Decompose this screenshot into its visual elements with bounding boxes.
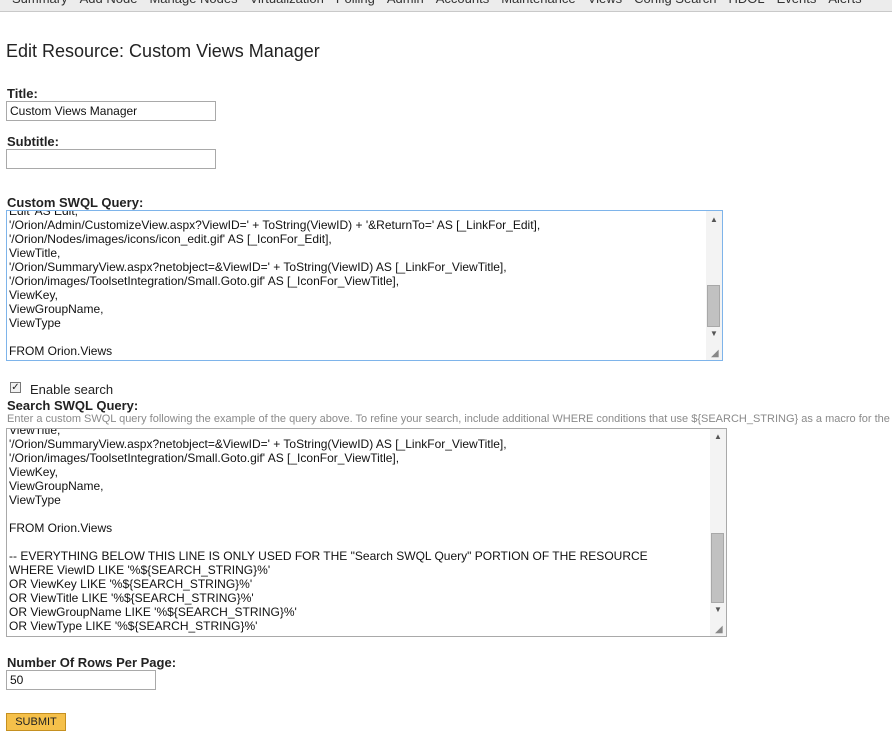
scroll-down-icon[interactable]: ▼ (710, 603, 726, 617)
code-line: Edit' AS Edit, (9, 210, 78, 218)
page-title: Edit Resource: Custom Views Manager (6, 41, 320, 61)
code-line: '/Orion/SummaryView.aspx?netobject=&View… (9, 260, 507, 274)
resize-grip-icon[interactable]: ◢ (711, 349, 721, 359)
subtitle-input[interactable] (6, 149, 216, 169)
code-line: ViewKey, (9, 288, 58, 302)
custom-query-text: Edit' AS Edit, '/Orion/Admin/CustomizeVie… (9, 210, 704, 358)
code-line: OR ViewGroupName LIKE '%${SEARCH_STRING}… (9, 605, 297, 619)
code-line: OR ViewType LIKE '%${SEARCH_STRING}%' (9, 619, 258, 633)
nav-item[interactable]: Admin (387, 0, 424, 8)
search-query-textarea[interactable]: ViewTitle, '/Orion/SummaryView.aspx?netob… (6, 428, 727, 637)
code-line: ViewGroupName, (9, 302, 104, 316)
code-line: ViewType (9, 316, 61, 330)
rows-per-page-input[interactable]: 50 (6, 670, 156, 690)
scroll-down-icon[interactable]: ▼ (706, 327, 722, 341)
title-input[interactable]: Custom Views Manager (6, 101, 216, 121)
code-line: ViewTitle, (9, 246, 61, 260)
code-line: '/Orion/Nodes/images/icons/icon_edit.gif… (9, 232, 332, 246)
nav-item[interactable]: Manage Nodes (149, 0, 237, 8)
subtitle-label: Subtitle: (7, 134, 59, 149)
scroll-up-icon[interactable]: ▲ (710, 430, 726, 444)
nav-item[interactable]: Alerts (828, 0, 861, 8)
title-label: Title: (7, 86, 38, 101)
scroll-thumb[interactable] (707, 285, 720, 327)
code-line: '/Orion/Admin/CustomizeView.aspx?ViewID=… (9, 218, 541, 232)
nav-items: Summary Add Node Manage Nodes Virtualizatio… (12, 0, 874, 8)
nav-item[interactable]: Views (588, 0, 622, 8)
code-line: OR ViewTitle LIKE '%${SEARCH_STRING}%' (9, 591, 254, 605)
nav-item[interactable]: Events (777, 0, 817, 8)
nav-item[interactable]: Polling (336, 0, 375, 8)
scroll-up-icon[interactable]: ▲ (706, 213, 722, 227)
nav-item[interactable]: Config Search (634, 0, 716, 8)
nav-item[interactable]: Add Node (80, 0, 138, 8)
enable-search-label: Enable search (30, 382, 114, 397)
code-line: '/Orion/images/ToolsetIntegration/Small.… (9, 274, 400, 288)
code-line: OR ViewKey LIKE '%${SEARCH_STRING}%' (9, 577, 253, 591)
code-line: FROM Orion.Views (9, 521, 113, 535)
code-line: '/Orion/SummaryView.aspx?netobject=&View… (9, 437, 507, 451)
rows-per-page-label: Number Of Rows Per Page: (7, 655, 177, 670)
search-query-help: Enter a custom SWQL query following the … (7, 413, 892, 425)
code-line: ViewKey, (9, 465, 58, 479)
search-query-text: ViewTitle, '/Orion/SummaryView.aspx?netob… (9, 428, 708, 633)
search-query-label: Search SWQL Query: (7, 398, 139, 413)
code-line: ViewType (9, 493, 61, 507)
code-line: ViewGroupName, (9, 479, 104, 493)
resize-grip-icon[interactable]: ◢ (715, 625, 725, 635)
custom-query-textarea[interactable]: Edit' AS Edit, '/Orion/Admin/CustomizeVie… (6, 210, 723, 361)
nav-item[interactable]: Maintenance (501, 0, 575, 8)
top-navigation: Summary Add Node Manage Nodes Virtualizatio… (0, 0, 892, 12)
nav-item[interactable]: Accounts (436, 0, 489, 8)
scroll-thumb[interactable] (711, 533, 724, 603)
custom-query-label: Custom SWQL Query: (7, 195, 144, 210)
code-line: WHERE ViewID LIKE '%${SEARCH_STRING}%' (9, 563, 271, 577)
enable-search-checkbox[interactable]: ✓ (10, 382, 21, 393)
custom-query-scrollbar[interactable]: ▲ ▼ (706, 211, 722, 360)
check-icon: ✓ (11, 382, 20, 393)
nav-item[interactable]: HDOL (729, 0, 765, 8)
code-line: ViewTitle, (9, 428, 61, 437)
submit-button[interactable]: SUBMIT (6, 713, 66, 731)
code-line: FROM Orion.Views (9, 344, 113, 358)
code-line: '/Orion/images/ToolsetIntegration/Small.… (9, 451, 400, 465)
nav-item[interactable]: Summary (12, 0, 68, 8)
nav-item[interactable]: Virtualization (250, 0, 324, 8)
search-query-scrollbar[interactable]: ▲ ▼ (710, 429, 726, 636)
code-line: -- EVERYTHING BELOW THIS LINE IS ONLY US… (9, 549, 648, 563)
